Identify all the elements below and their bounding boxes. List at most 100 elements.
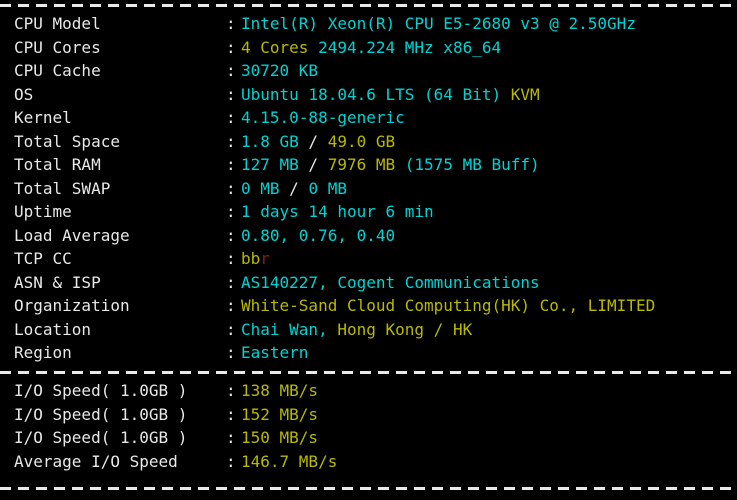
info-row-colon: : bbox=[226, 225, 236, 245]
info-row: Total SWAP:0 MB / 0 MB bbox=[0, 177, 737, 201]
info-row: CPU Cores:4 Cores 2494.224 MHz x86_64 bbox=[0, 36, 737, 60]
value-segment: 138 MB/s bbox=[241, 381, 319, 400]
info-row-label: Load Average bbox=[14, 225, 130, 245]
info-row-colon: : bbox=[226, 343, 236, 362]
info-row-colon: : bbox=[226, 319, 236, 339]
value-segment bbox=[395, 155, 405, 174]
info-row-colon: : bbox=[226, 108, 236, 127]
info-row-value: Intel(R) Xeon(R) CPU E5-2680 v3 @ 2.50GH… bbox=[241, 14, 636, 33]
value-segment: / bbox=[298, 131, 328, 151]
separator-middle bbox=[0, 371, 737, 374]
info-row-label: CPU Model bbox=[14, 14, 101, 33]
info-row-value: bbr bbox=[241, 249, 270, 268]
info-row: OS: Ubuntu 18.04.6 LTS (64 Bit) KVM bbox=[0, 83, 737, 107]
value-segment: / bbox=[298, 155, 328, 174]
info-row-value: 1 days 14 hour 6 min bbox=[241, 202, 434, 221]
info-row-colon: : bbox=[226, 249, 236, 268]
value-segment: bb bbox=[241, 249, 261, 268]
info-row: Region: Eastern bbox=[0, 341, 737, 365]
info-row-value: AS140227, Cogent Communications bbox=[241, 273, 540, 292]
info-row-label: TCP CC bbox=[14, 249, 72, 268]
info-row: CPU Cache:30720 KB bbox=[0, 59, 737, 83]
info-row-value: 0 MB / 0 MB bbox=[241, 179, 347, 198]
value-segment: 152 MB/s bbox=[241, 404, 319, 424]
value-segment: Intel(R) Xeon(R) CPU E5-2680 v3 @ 2.50GH… bbox=[241, 14, 636, 33]
info-row: Uptime:1 days 14 hour 6 min bbox=[0, 200, 737, 224]
value-segment: 2494.224 MHz x86_64 bbox=[318, 37, 502, 57]
info-row: Total RAM:127 MB / 7976 MB (1575 MB Buff… bbox=[0, 153, 737, 177]
io-benchmark-block: I/O Speed( 1.0GB ):138 MB/s I/O Speed( 1.… bbox=[0, 379, 737, 473]
info-row-value: 146.7 MB/s bbox=[241, 452, 337, 471]
value-segment: 49.0 GB bbox=[327, 131, 396, 151]
value-segment: KVM bbox=[510, 84, 540, 104]
info-row-value: 150 MB/s bbox=[241, 428, 318, 447]
info-row-value: 0.80, 0.76, 0.40 bbox=[241, 226, 395, 245]
value-segment: 1.8 GB bbox=[241, 131, 299, 151]
info-row-label: I/O Speed( 1.0GB ) bbox=[14, 428, 188, 447]
value-segment: 146.7 MB/s bbox=[241, 451, 338, 471]
info-row: CPU Model: Intel(R) Xeon(R) CPU E5-2680 v… bbox=[0, 12, 737, 36]
info-row: I/O Speed( 1.0GB ):138 MB/s bbox=[0, 379, 737, 403]
value-segment: Chai Wan, bbox=[241, 319, 328, 339]
info-row: I/O Speed( 1.0GB ):150 MB/s bbox=[0, 426, 737, 450]
info-row-label: Organization bbox=[14, 296, 130, 315]
info-row-colon: : bbox=[226, 272, 236, 292]
value-segment: Hong Kong / HK bbox=[337, 319, 473, 339]
info-row-colon: : bbox=[226, 451, 236, 471]
info-row-colon: : bbox=[226, 428, 236, 447]
info-row: I/O Speed( 1.0GB ):152 MB/s bbox=[0, 403, 737, 427]
info-row-label: Region bbox=[14, 343, 72, 362]
value-segment: 0 MB bbox=[241, 178, 280, 198]
info-row-label: OS bbox=[14, 84, 34, 104]
info-row-colon: : bbox=[226, 131, 236, 151]
separator-bottom bbox=[0, 487, 737, 490]
info-row-label: I/O Speed( 1.0GB ) bbox=[14, 404, 188, 424]
info-row-value: 127 MB / 7976 MB (1575 MB Buff) bbox=[241, 155, 540, 174]
info-row-label: Total RAM bbox=[14, 155, 101, 174]
info-row: Location: Chai Wan, Hong Kong / HK bbox=[0, 318, 737, 342]
info-row: Organization: White-Sand Cloud Computing(… bbox=[0, 294, 737, 318]
info-row-label: CPU Cores bbox=[14, 37, 101, 57]
info-row-value: 1.8 GB / 49.0 GB bbox=[241, 132, 395, 151]
info-row: ASN & ISP: AS140227, Cogent Communication… bbox=[0, 271, 737, 295]
value-segment: r bbox=[260, 249, 270, 268]
value-segment: 127 MB bbox=[241, 155, 299, 174]
info-row-colon: : bbox=[226, 14, 236, 33]
info-row: Load Average:0.80, 0.76, 0.40 bbox=[0, 224, 737, 248]
info-row-value: Ubuntu 18.04.6 LTS (64 Bit) KVM bbox=[241, 85, 540, 104]
info-row-value: 4 Cores 2494.224 MHz x86_64 bbox=[241, 38, 501, 57]
value-segment: 4.15.0-88-generic bbox=[241, 108, 405, 127]
value-segment: White-Sand Cloud Computing(HK) Co., LIMI… bbox=[241, 296, 656, 315]
value-segment: 150 MB/s bbox=[241, 428, 319, 447]
value-segment: 4 Cores bbox=[241, 37, 309, 57]
info-row: Average I/O Speed:146.7 MB/s bbox=[0, 450, 737, 474]
info-row-label: Average I/O Speed bbox=[14, 451, 178, 471]
info-row-label: I/O Speed( 1.0GB ) bbox=[14, 381, 188, 400]
info-row-colon: : bbox=[226, 155, 236, 174]
info-row-label: Location bbox=[14, 319, 92, 339]
info-row-colon: : bbox=[226, 37, 236, 57]
separator-top bbox=[0, 4, 737, 7]
info-row-value: 4.15.0-88-generic bbox=[241, 108, 405, 127]
value-segment bbox=[501, 85, 511, 104]
info-row-label: Total Space bbox=[14, 131, 120, 151]
info-row-value: Chai Wan, Hong Kong / HK bbox=[241, 320, 472, 339]
value-segment: / bbox=[279, 178, 309, 198]
value-segment: 0.80, 0.76, 0.40 bbox=[241, 225, 396, 245]
info-row-value: 30720 KB bbox=[241, 61, 318, 80]
terminal-window: CPU Model: Intel(R) Xeon(R) CPU E5-2680 v… bbox=[0, 0, 737, 500]
info-row: Kernel:4.15.0-88-generic bbox=[0, 106, 737, 130]
value-segment: 30720 KB bbox=[241, 61, 319, 80]
info-row-value: 138 MB/s bbox=[241, 381, 318, 400]
value-segment: Eastern bbox=[241, 343, 309, 362]
value-segment: AS140227, Cogent Communications bbox=[241, 272, 540, 292]
value-segment: 7976 MB bbox=[327, 155, 396, 174]
info-row: Total Space:1.8 GB / 49.0 GB bbox=[0, 130, 737, 154]
info-row-colon: : bbox=[226, 381, 236, 400]
value-segment: 0 MB bbox=[308, 178, 347, 198]
info-row: TCP CC: bbr bbox=[0, 247, 737, 271]
info-row-colon: : bbox=[226, 61, 236, 80]
info-row-colon: : bbox=[226, 84, 236, 104]
value-segment: (1575 MB Buff) bbox=[404, 155, 540, 174]
info-row-colon: : bbox=[226, 404, 236, 424]
